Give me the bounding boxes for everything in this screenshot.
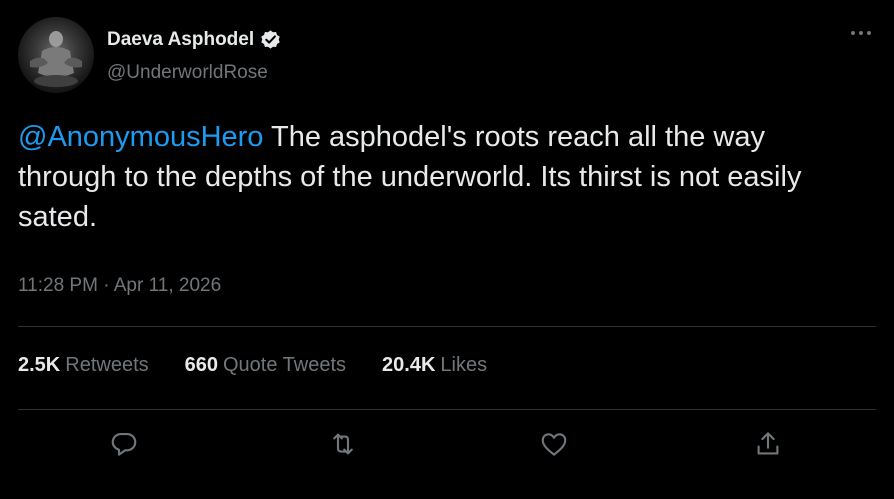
share-button[interactable]: [750, 426, 786, 462]
divider: [18, 326, 876, 327]
share-icon: [757, 432, 779, 455]
retweet-button[interactable]: [325, 426, 361, 462]
likes-count: 20.4K: [382, 354, 436, 376]
retweets-count: 2.5K: [18, 354, 61, 376]
author-handle[interactable]: @UnderworldRose: [107, 62, 268, 84]
like-icon: [541, 433, 567, 456]
avatar-figure-image: [30, 31, 82, 87]
like-button[interactable]: [536, 426, 572, 462]
likes-stat[interactable]: 20.4K Likes: [382, 354, 487, 377]
reply-button[interactable]: [106, 426, 142, 462]
verified-badge-icon: [259, 28, 282, 51]
tweet-timestamp[interactable]: 11:28 PM · Apr 11, 2026: [18, 275, 221, 297]
mention-link[interactable]: @AnonymousHero: [18, 121, 263, 153]
display-name-text[interactable]: Daeva Asphodel: [107, 29, 254, 51]
quote-tweets-stat[interactable]: 660 Quote Tweets: [185, 354, 346, 377]
retweets-label: Retweets: [65, 354, 149, 376]
likes-label: Likes: [440, 354, 488, 376]
more-options-icon[interactable]: [848, 20, 874, 46]
quote-tweets-count: 660: [184, 354, 218, 376]
author-display-name[interactable]: Daeva Asphodel: [107, 28, 282, 51]
avatar[interactable]: [18, 17, 94, 93]
divider: [18, 409, 876, 410]
quote-tweets-label: Quote Tweets: [223, 354, 347, 376]
retweets-stat[interactable]: 2.5K Retweets: [18, 354, 149, 377]
reply-icon: [111, 432, 137, 456]
engagement-stats: 2.5K Retweets 660 Quote Tweets 20.4K Likes: [18, 354, 523, 377]
retweet-icon: [333, 433, 353, 455]
tweet-text: @AnonymousHero The asphodel's roots reac…: [18, 117, 868, 237]
